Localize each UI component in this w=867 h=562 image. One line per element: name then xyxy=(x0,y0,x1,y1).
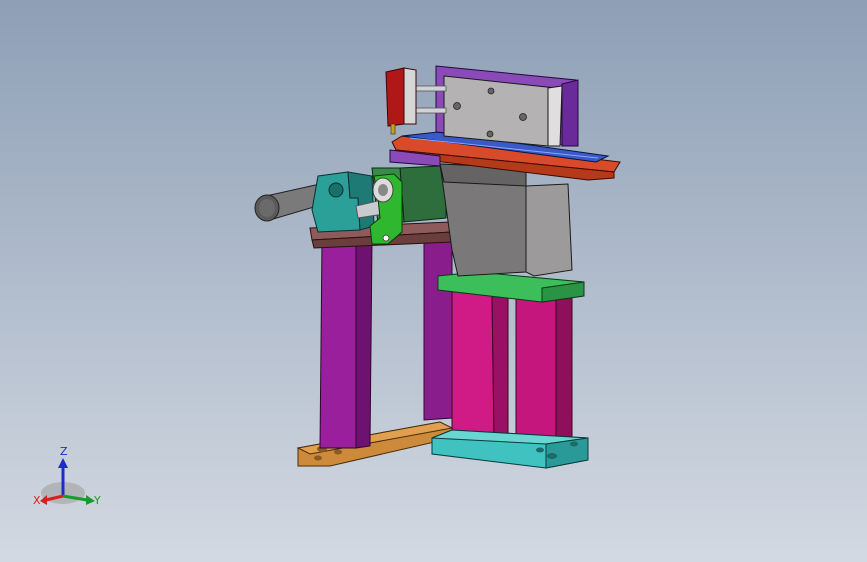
z-axis-arrow-icon xyxy=(58,458,68,468)
right-column-rear[interactable] xyxy=(515,291,573,447)
right-column-front[interactable] xyxy=(451,287,509,441)
grey-frame-body[interactable] xyxy=(439,163,573,277)
y-axis-label: Y xyxy=(93,494,101,507)
cad-viewport[interactable]: Z Y X xyxy=(0,0,867,562)
x-axis-label: X xyxy=(33,494,41,507)
z-axis-label: Z xyxy=(60,445,68,458)
left-column-rear[interactable] xyxy=(423,227,453,421)
orientation-triad[interactable]: Z Y X xyxy=(33,445,101,507)
left-column-front[interactable] xyxy=(319,239,373,449)
teal-cylinder-mount[interactable] xyxy=(311,171,375,233)
cad-assembly-model[interactable]: Z Y X xyxy=(0,0,867,562)
slide-block[interactable] xyxy=(443,75,563,147)
red-end-block[interactable] xyxy=(385,67,417,135)
